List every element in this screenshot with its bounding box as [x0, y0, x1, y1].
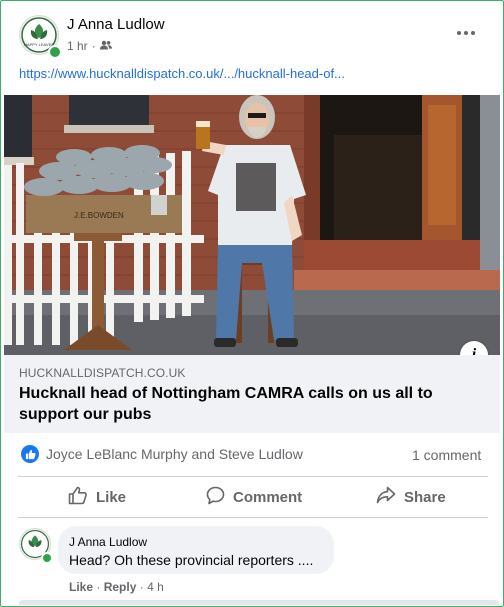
reactors-names[interactable]: Joyce LeBlanc Murphy and Steve Ludlow: [46, 446, 303, 462]
share-button-label: Share: [404, 488, 446, 506]
post-time[interactable]: 1 hr: [67, 39, 88, 53]
comment-count[interactable]: 1 comment: [412, 447, 481, 463]
share-button[interactable]: Share: [376, 486, 446, 508]
divider-bottom: [18, 517, 488, 518]
crate-label: J.E.BOWDEN: [74, 211, 124, 220]
like-reaction-icon: [21, 445, 39, 463]
comment-button-label: Comment: [233, 489, 303, 506]
comment-icon: [206, 486, 225, 509]
reactions-summary[interactable]: Joyce LeBlanc Murphy and Steve Ludlow: [21, 445, 303, 463]
comment-reply-link[interactable]: Reply: [104, 580, 137, 594]
like-icon: [68, 486, 88, 509]
post-link[interactable]: https://www.hucknalldispatch.co.uk/.../h…: [19, 66, 345, 81]
like-button[interactable]: Like: [68, 486, 126, 509]
post-meta: 1 hr ·: [67, 39, 112, 53]
more-icon[interactable]: [457, 26, 481, 40]
comment-time[interactable]: · 4 h: [140, 580, 164, 594]
preview-headline[interactable]: Hucknall head of Nottingham CAMRA calls …: [19, 383, 489, 425]
online-status-dot: [48, 45, 62, 59]
link-preview-details[interactable]: HUCKNALLDISPATCH.CO.UK Hucknall head of …: [4, 355, 500, 433]
comment-text: Head? Oh these provincial reporters ....: [69, 552, 314, 568]
next-comment-edge: [19, 600, 499, 605]
like-button-label: Like: [96, 489, 127, 506]
post-author-name[interactable]: J Anna Ludlow: [67, 16, 165, 33]
comment-bubble: J Anna Ludlow Head? Oh these provincial …: [58, 526, 334, 574]
friends-icon[interactable]: [99, 39, 112, 53]
comment-author[interactable]: J Anna Ludlow: [69, 535, 147, 549]
comment-like-link[interactable]: Like: [69, 580, 93, 594]
comment-actions: Like · Reply · 4 h: [69, 580, 164, 594]
comment-action-separator: ·: [96, 580, 101, 594]
comment-button[interactable]: Comment: [206, 486, 302, 509]
divider-top: [18, 476, 488, 477]
meta-separator: ·: [91, 39, 96, 53]
commenter-online-dot: [41, 552, 53, 564]
preview-domain: HUCKNALLDISPATCH.CO.UK: [19, 366, 186, 380]
link-preview-image[interactable]: J.E.BOWDEN: [4, 95, 500, 355]
share-icon: [376, 486, 396, 508]
